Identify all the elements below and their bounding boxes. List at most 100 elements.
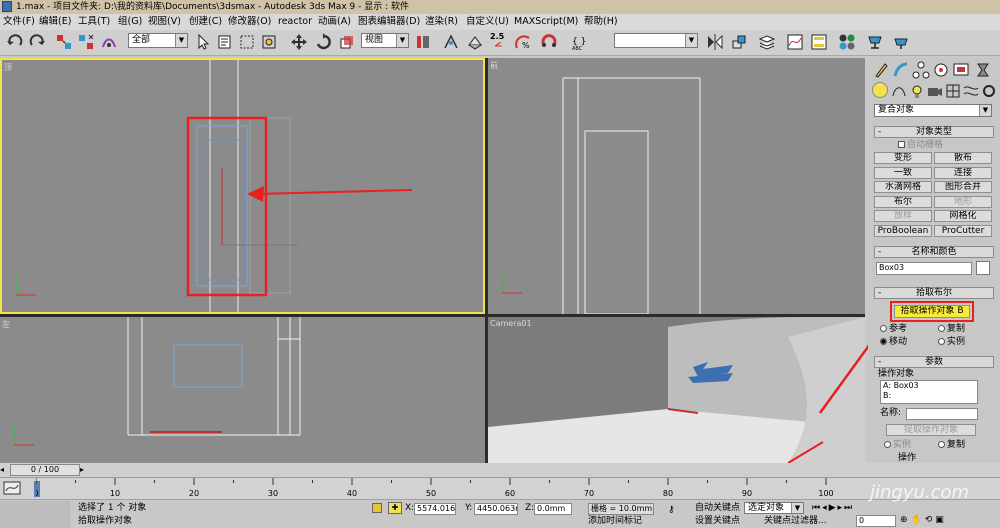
bind-space-warp-icon[interactable] xyxy=(100,33,118,51)
spinner-snap-icon[interactable] xyxy=(540,33,558,51)
region-select-icon[interactable] xyxy=(238,33,256,51)
menu-group[interactable]: 组(G) xyxy=(118,14,142,30)
select-link-icon[interactable] xyxy=(55,33,73,51)
key-filters-button[interactable]: 关键点过滤器... xyxy=(764,515,827,527)
cameras-icon[interactable] xyxy=(926,82,942,98)
absolute-mode-icon[interactable]: ✚ xyxy=(388,502,402,514)
track-bar[interactable]: 0 10 20 30 40 50 60 70 80 90 100 xyxy=(0,477,1000,499)
hierarchy-tab-icon[interactable] xyxy=(912,61,930,79)
object-type-button-4[interactable]: 水滴网格 xyxy=(874,181,932,193)
extract-operand-button[interactable]: 提取操作对象 xyxy=(886,424,976,436)
create-tab-icon[interactable] xyxy=(872,61,890,79)
object-category-dropdown[interactable]: 复合对象 ▼ xyxy=(874,104,992,117)
object-name-field[interactable]: Box03 xyxy=(876,262,972,275)
move-icon[interactable] xyxy=(290,33,308,51)
current-frame-field[interactable]: 0 xyxy=(856,515,896,527)
name-color-rollout-header[interactable]: - 名称和颜色 xyxy=(874,246,994,258)
object-type-button-2[interactable]: 一致 xyxy=(874,166,932,179)
lock-selection-icon[interactable] xyxy=(372,503,382,513)
operands-list[interactable]: A: Box03 B: xyxy=(880,380,978,404)
menu-views[interactable]: 视图(V) xyxy=(148,14,181,30)
edit-named-selection-icon[interactable]: { } ABC xyxy=(570,33,588,51)
menu-animation[interactable]: 动画(A) xyxy=(318,14,351,30)
operand-b[interactable]: B: xyxy=(883,391,977,401)
pick-boolean-rollout-header[interactable]: - 拾取布尔 xyxy=(874,287,994,299)
next-frame-icon[interactable]: ▸ xyxy=(80,465,90,475)
object-type-button-10[interactable]: ProBoolean xyxy=(874,224,932,237)
extract-instance-radio[interactable]: 实例 xyxy=(884,440,911,450)
display-tab-icon[interactable] xyxy=(952,61,970,79)
menu-edit[interactable]: 编辑(E) xyxy=(39,14,71,30)
space-warps-icon[interactable] xyxy=(962,82,979,98)
menu-maxscript[interactable]: MAXScript(M) xyxy=(514,14,578,30)
autogrid-checkbox[interactable]: 自动栅格 xyxy=(898,140,943,150)
object-type-button-5[interactable]: 图形合并 xyxy=(934,181,992,193)
object-color-swatch[interactable] xyxy=(976,261,990,275)
auto-key-button[interactable]: 自动关键点 xyxy=(695,502,740,514)
pick-reference-radio[interactable]: 参考 xyxy=(880,324,907,334)
selection-filter-dropdown[interactable]: 全部 ▼ xyxy=(128,33,188,48)
scale-icon[interactable] xyxy=(338,33,356,51)
set-key-button[interactable]: 设置关键点 xyxy=(695,515,740,527)
operand-name-field[interactable] xyxy=(906,408,978,420)
mini-curve-editor-icon[interactable] xyxy=(3,481,21,495)
systems-icon[interactable] xyxy=(980,82,996,98)
menu-graph-editors[interactable]: 图表编辑器(D) xyxy=(358,14,420,30)
select-object-icon[interactable] xyxy=(194,33,212,51)
x-coord-field[interactable]: 5574.016m xyxy=(414,503,456,515)
menu-help[interactable]: 帮助(H) xyxy=(584,14,618,30)
motion-tab-icon[interactable] xyxy=(932,61,950,79)
menu-customize[interactable]: 自定义(U) xyxy=(466,14,509,30)
pick-operand-b-button[interactable]: 拾取操作对象 B xyxy=(894,305,970,318)
object-type-button-8[interactable]: 放样 xyxy=(874,210,932,222)
key-mode-dropdown[interactable]: 选定对象 ▼ xyxy=(744,502,804,514)
schematic-view-icon[interactable] xyxy=(810,33,828,51)
unlink-icon[interactable] xyxy=(77,33,95,51)
object-type-button-6[interactable]: 布尔 xyxy=(874,195,932,208)
menu-create[interactable]: 创建(C) xyxy=(189,14,222,30)
helpers-icon[interactable] xyxy=(944,82,960,98)
snap-icon[interactable] xyxy=(466,33,484,51)
reference-coord-dropdown[interactable]: 视图 ▼ xyxy=(361,33,409,48)
curve-editor-icon[interactable] xyxy=(786,33,804,51)
layer-manager-icon[interactable] xyxy=(758,33,776,51)
viewport-left[interactable]: 左 xyxy=(0,317,485,463)
object-type-button-9[interactable]: 网格化 xyxy=(934,210,992,222)
menu-modifiers[interactable]: 修改器(O) xyxy=(228,14,271,30)
object-type-button-11[interactable]: ProCutter xyxy=(934,224,992,237)
operand-a[interactable]: A: Box03 xyxy=(883,381,977,391)
select-by-name-icon[interactable] xyxy=(216,33,234,51)
object-type-button-0[interactable]: 变形 xyxy=(874,152,932,164)
viewport-top[interactable]: 顶 xyxy=(0,58,485,314)
modify-tab-icon[interactable] xyxy=(892,61,910,79)
rotate-icon[interactable] xyxy=(314,33,332,51)
utilities-tab-icon[interactable] xyxy=(974,61,992,79)
prev-frame-icon[interactable]: ◂ xyxy=(0,465,10,475)
extract-copy-radio[interactable]: 复制 xyxy=(938,440,965,450)
viewport-navigation-controls[interactable]: ⊕✋⟲▣ xyxy=(900,514,996,526)
pick-move-radio[interactable]: 移动 xyxy=(880,337,907,347)
time-slider-thumb[interactable]: 0 / 100 xyxy=(10,464,80,476)
named-selection-dropdown[interactable]: ▼ xyxy=(614,33,698,48)
undo-icon[interactable] xyxy=(6,33,24,51)
menu-reactor[interactable]: reactor xyxy=(278,14,312,30)
mirror-icon[interactable] xyxy=(706,33,724,51)
pick-instance-radio[interactable]: 实例 xyxy=(938,337,965,347)
render-scene-icon[interactable] xyxy=(866,33,884,51)
menu-rendering[interactable]: 渲染(R) xyxy=(425,14,458,30)
window-crossing-icon[interactable] xyxy=(260,33,278,51)
y-coord-field[interactable]: 4450.063m xyxy=(474,503,518,515)
add-time-tag-button[interactable]: 添加时间标记 xyxy=(588,515,642,527)
pivot-icon[interactable] xyxy=(414,33,432,51)
object-type-button-3[interactable]: 连接 xyxy=(934,166,992,179)
pick-copy-radio[interactable]: 复制 xyxy=(938,324,965,334)
lights-icon[interactable] xyxy=(908,82,924,98)
viewport-front[interactable]: 前 xyxy=(488,58,865,314)
object-type-button-1[interactable]: 散布 xyxy=(934,152,992,164)
quick-render-icon[interactable] xyxy=(892,33,910,51)
material-editor-icon[interactable] xyxy=(838,33,856,51)
time-slider[interactable]: 0 / 100 ◂ ▸ xyxy=(0,463,1000,477)
parameters-rollout-header[interactable]: - 参数 xyxy=(874,356,994,368)
angle-snap-icon[interactable]: 2.5 xyxy=(490,33,508,51)
playback-controls[interactable]: ⏮◂▶▸⏭ xyxy=(812,502,892,514)
